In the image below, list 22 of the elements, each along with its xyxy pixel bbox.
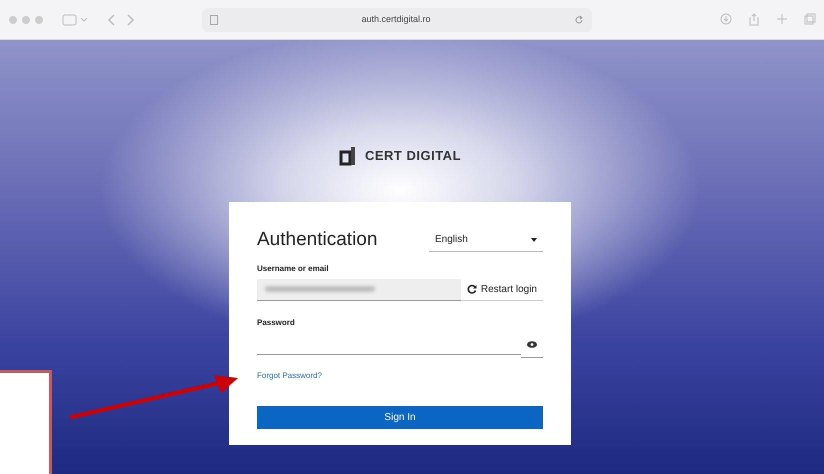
tabs-icon[interactable] [804,13,816,25]
sidebar-icon[interactable] [62,14,88,26]
username-field[interactable] [257,278,461,300]
refresh-icon [466,284,477,294]
download-icon[interactable] [720,13,732,25]
reload-icon[interactable] [574,14,584,24]
url-text: auth.certdigital.ro [361,12,431,26]
field-label: Username or email [257,262,330,274]
language-dropdown[interactable]: English [429,228,543,252]
logo-icon [338,146,357,166]
field-label: Password [257,316,296,328]
card-title: Authentication [257,228,378,252]
plus-icon[interactable] [776,13,788,25]
logo-text: CERT DIGITAL [364,147,462,166]
window-controls-icon[interactable] [8,14,46,24]
page-icon [210,14,218,24]
eye-icon [527,340,537,348]
share-icon[interactable] [748,13,760,26]
caret-icon [531,238,537,242]
forgot-password-link[interactable]: Forgot Password? [257,370,322,382]
sign-in-button[interactable]: Sign In [257,406,543,428]
address-bar[interactable]: auth.certdigital.ro [202,8,592,32]
